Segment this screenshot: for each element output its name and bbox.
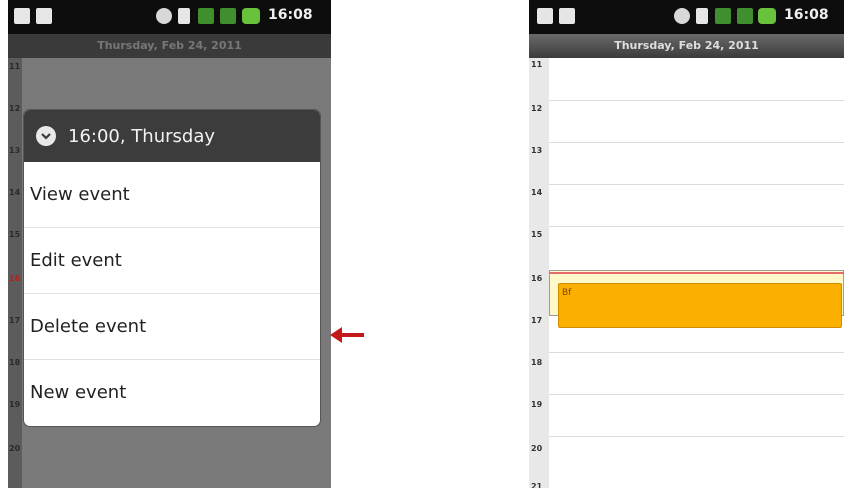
- status-bar: 16:08: [529, 0, 844, 34]
- hour-gridline: [549, 226, 844, 227]
- hour-label: 19: [9, 400, 21, 409]
- hour-label: 15: [531, 230, 543, 239]
- hour-label-current: 16: [531, 274, 543, 283]
- menu-item-edit-event[interactable]: Edit event: [24, 228, 320, 294]
- hour-label: 18: [9, 358, 21, 367]
- status-time: 16:08: [784, 7, 829, 23]
- battery-icon: [758, 8, 776, 24]
- menu-item-view-event[interactable]: View event: [24, 162, 320, 228]
- usb-icon: [559, 8, 575, 24]
- context-menu-header: 16:00, Thursday: [24, 110, 320, 162]
- signal-icon: [715, 8, 731, 24]
- left-phone-screen: 16:08 Thursday, Feb 24, 2011 11 12 13 14…: [8, 0, 331, 488]
- menu-item-new-event[interactable]: New event: [24, 360, 320, 425]
- event-context-menu: 16:00, Thursday View event Edit event De…: [24, 110, 320, 426]
- hour-rail: 11 12 13 14 15 16 17 18 19 20: [8, 58, 22, 488]
- menu-item-delete-event[interactable]: Delete event: [24, 294, 320, 360]
- current-time-line: [549, 272, 844, 274]
- notification-icon: [14, 8, 30, 24]
- hour-label: 19: [531, 400, 543, 409]
- hour-label: 17: [9, 316, 21, 325]
- red-arrow-icon: [330, 327, 364, 343]
- date-header: Thursday, Feb 24, 2011: [529, 34, 844, 58]
- hour-gridline: [549, 184, 844, 185]
- usb-icon: [36, 8, 52, 24]
- hour-gridline: [549, 352, 844, 353]
- signal-icon-2: [737, 8, 753, 24]
- hour-label: 20: [9, 444, 21, 453]
- signal-icon: [198, 8, 214, 24]
- battery-icon: [242, 8, 260, 24]
- hour-gridline: [549, 394, 844, 395]
- right-phone-screen: 16:08 Thursday, Feb 24, 2011 11 12 13 14…: [529, 0, 844, 488]
- hour-label: 14: [531, 188, 543, 197]
- notification-icon: [537, 8, 553, 24]
- hour-label: 12: [531, 104, 543, 113]
- chevron-down-icon: [36, 126, 56, 146]
- hour-label: 12: [9, 104, 21, 113]
- hour-label: 20: [531, 444, 543, 453]
- hour-gridline: [549, 100, 844, 101]
- calendar-event[interactable]: Bf: [558, 283, 842, 328]
- status-time: 16:08: [268, 7, 313, 23]
- event-title: Bf: [562, 288, 572, 298]
- hour-label-current: 16: [9, 274, 21, 283]
- hour-gridline: [549, 142, 844, 143]
- hour-rail: [529, 58, 549, 488]
- hour-label: 18: [531, 358, 543, 367]
- hour-label: 11: [531, 60, 543, 69]
- hour-label: 15: [9, 230, 21, 239]
- status-bar: 16:08: [8, 0, 331, 34]
- sim-icon: [696, 8, 708, 24]
- hour-label: 13: [9, 146, 21, 155]
- hour-label: 11: [9, 62, 21, 71]
- hour-label: 21: [531, 482, 543, 488]
- hour-label: 17: [531, 316, 543, 325]
- sim-icon: [178, 8, 190, 24]
- sync-icon: [156, 8, 172, 24]
- hour-gridline: [549, 436, 844, 437]
- signal-icon-2: [220, 8, 236, 24]
- sync-icon: [674, 8, 690, 24]
- hour-label: 14: [9, 188, 21, 197]
- context-menu-title: 16:00, Thursday: [68, 125, 216, 147]
- hour-label: 13: [531, 146, 543, 155]
- date-header: Thursday, Feb 24, 2011: [8, 34, 331, 58]
